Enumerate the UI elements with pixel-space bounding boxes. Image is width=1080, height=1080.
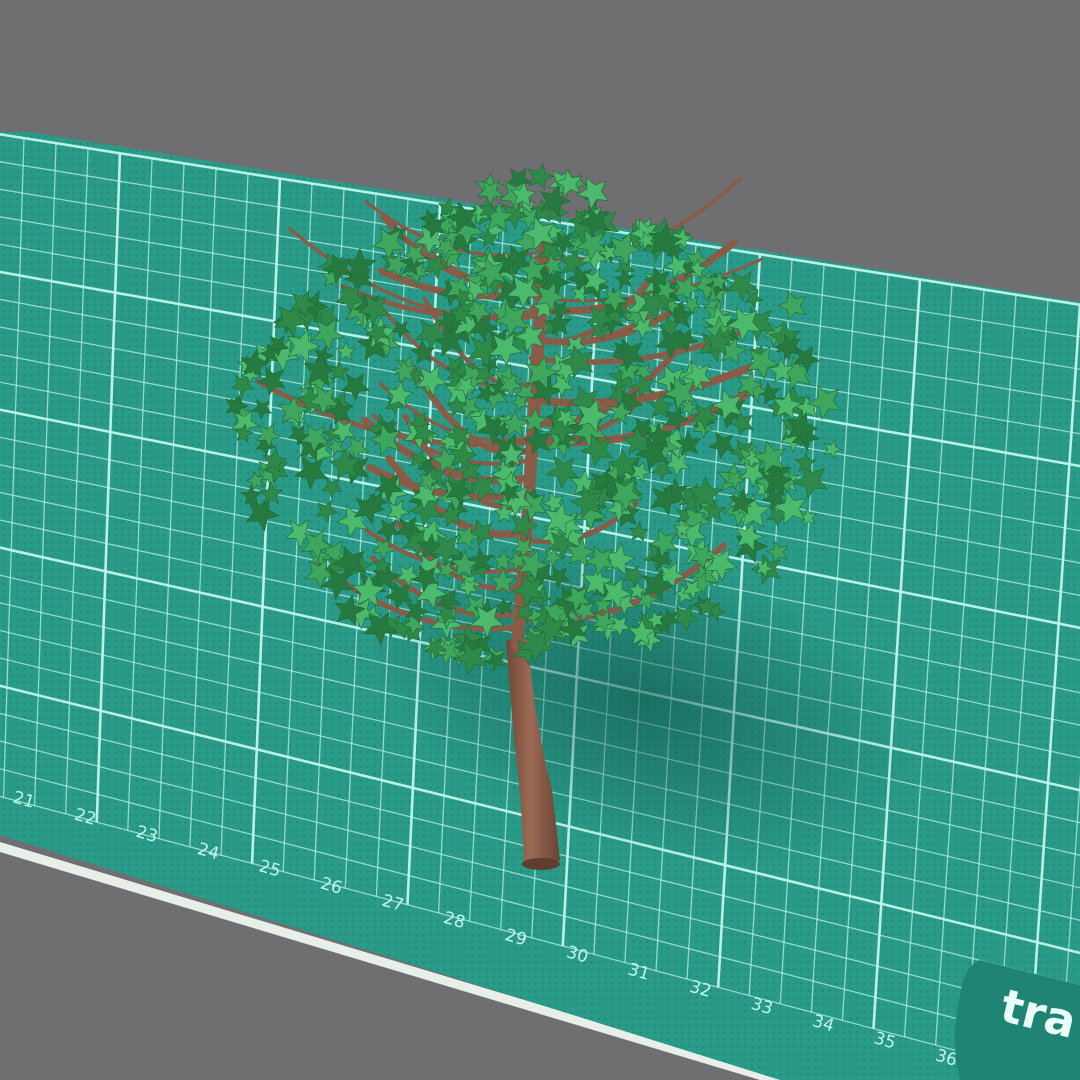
trunk-base [522, 858, 560, 870]
render-scene: 21222324252627282930313233343536 tra [0, 0, 1080, 1080]
